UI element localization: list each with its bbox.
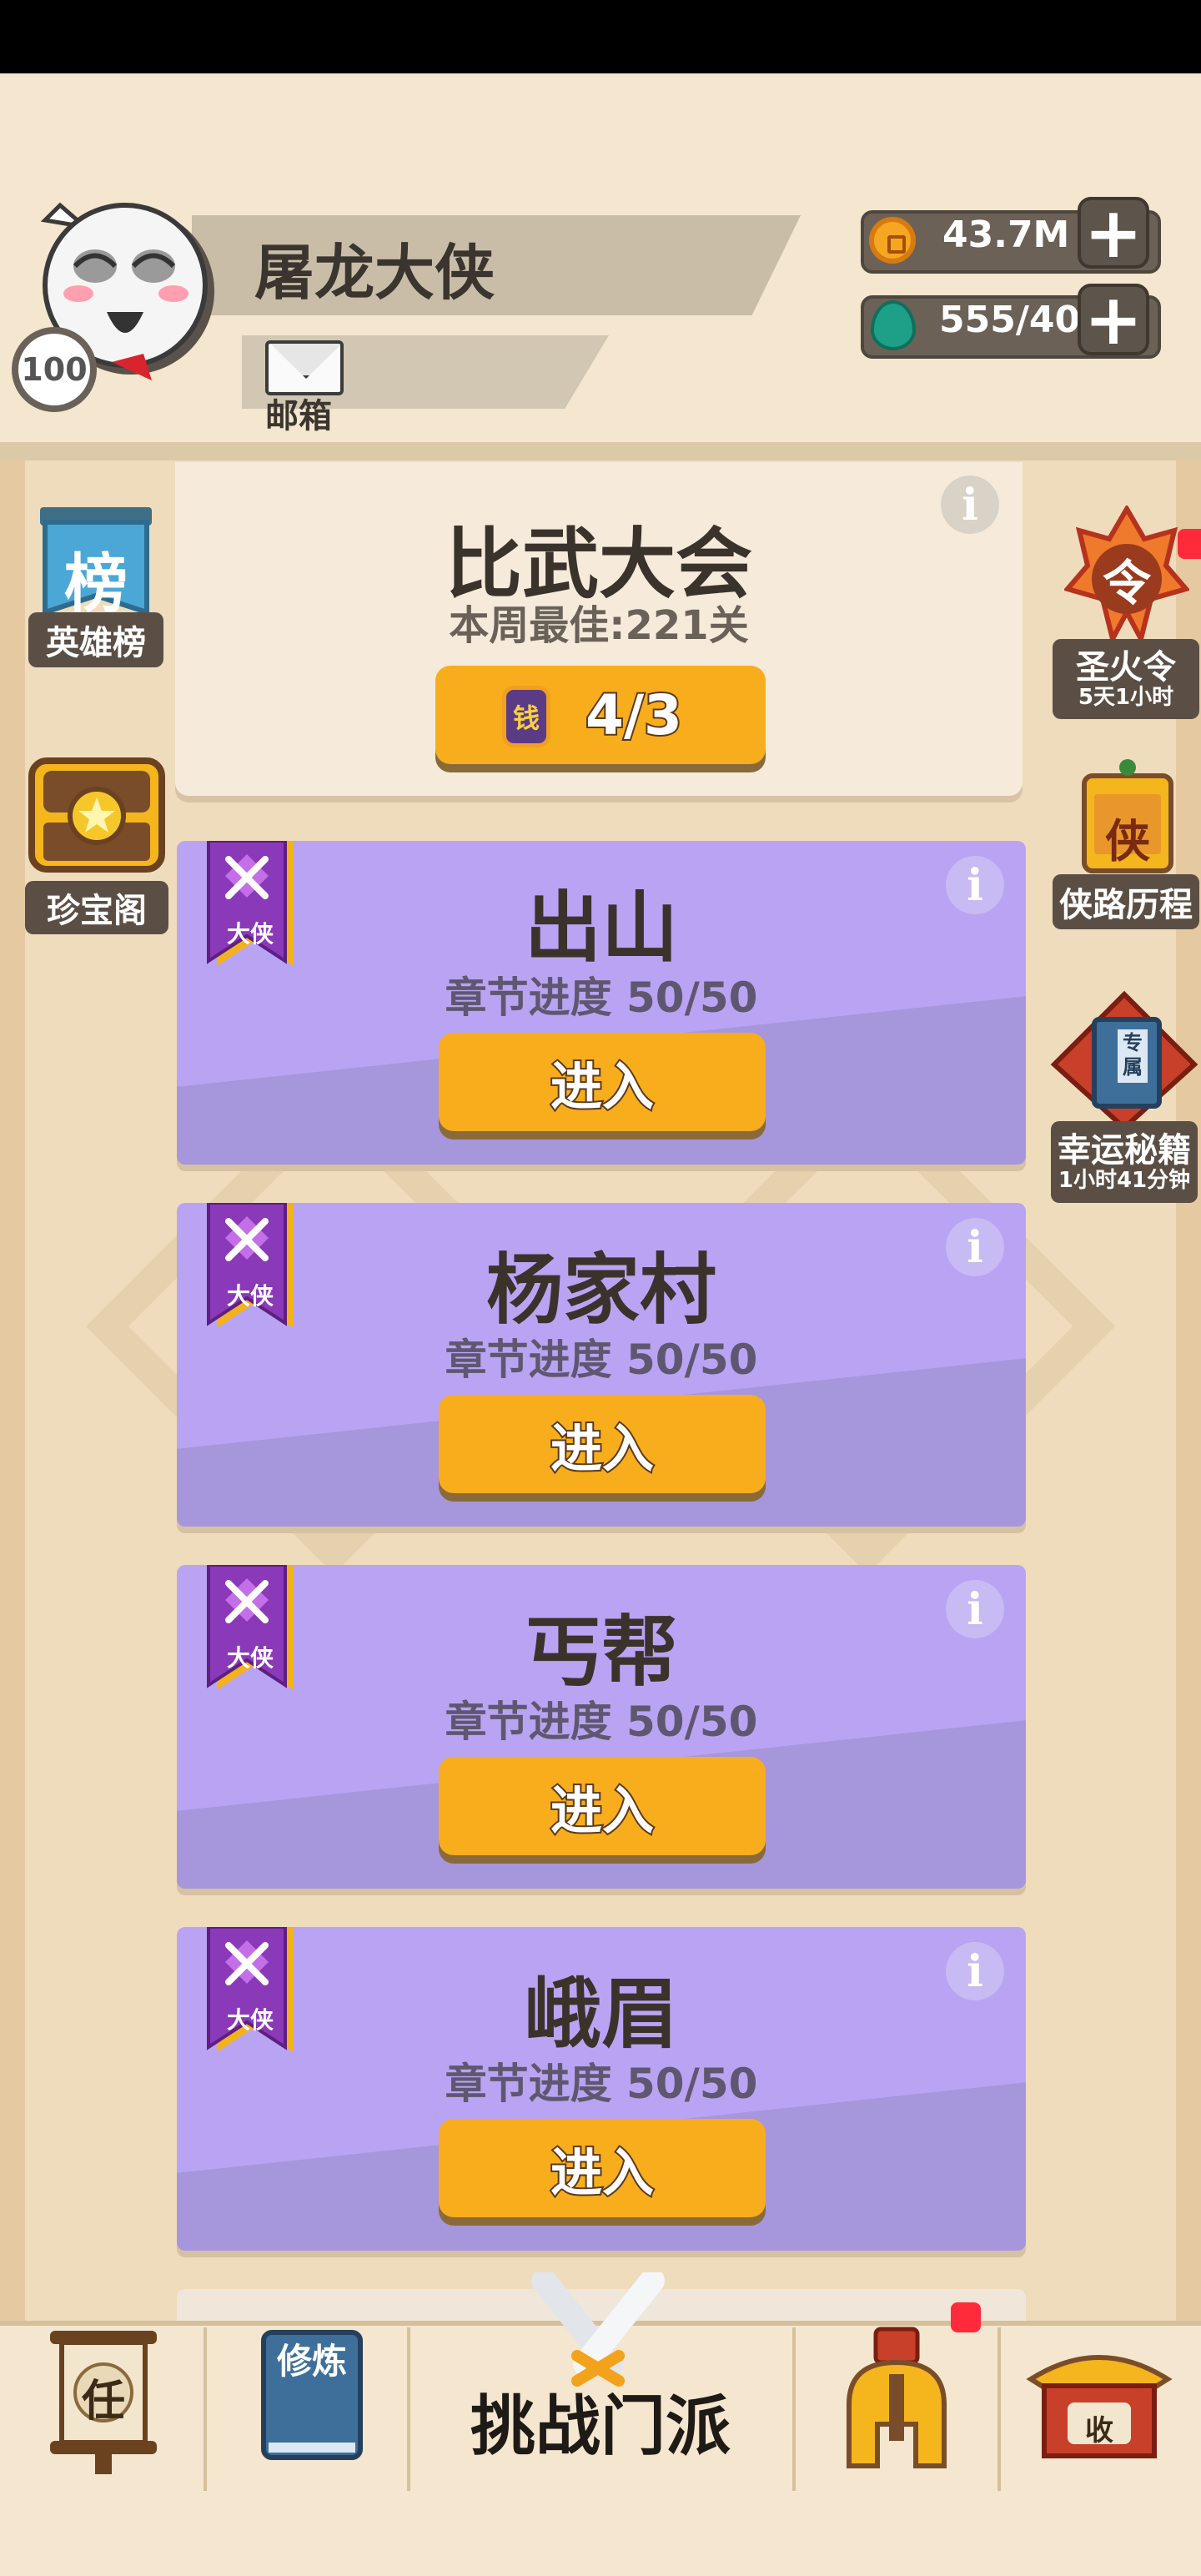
stage-progress: 章节进度 50/50 <box>445 974 758 1022</box>
lucky-manual-timer: 1小时41分钟 <box>1058 1167 1191 1193</box>
add-gems-button[interactable]: + <box>1078 284 1149 355</box>
player-name: 屠龙大侠 <box>254 238 495 308</box>
tournament-card: 比武大会 本周最佳:221关 i 钱 4/3 <box>175 462 1023 796</box>
stage-title: 出山 <box>524 883 678 973</box>
coupon-icon: 钱 <box>502 686 550 747</box>
treasure-pavilion-label: 珍宝阁 <box>25 881 168 934</box>
stage-progress: 章节进度 50/50 <box>445 2060 758 2108</box>
gem-amount: 555/40 <box>939 299 1081 341</box>
stage-progress: 章节进度 50/50 <box>445 1698 758 1746</box>
sacred-fire-label-box: 圣火令 5天1小时 <box>1053 639 1199 719</box>
hero-journey-label: 侠路历程 <box>1053 874 1199 929</box>
info-icon[interactable]: i <box>946 1942 1004 2000</box>
tournament-best: 本周最佳:221关 <box>449 602 749 649</box>
challenge-sect-label[interactable]: 挑战门派 <box>410 2374 791 2468</box>
stage-title: 丐帮 <box>524 1607 678 1697</box>
hero-ranking-button[interactable]: 榜 英雄榜 <box>28 504 163 671</box>
stage-card: 大侠 丐帮 章节进度 50/50 i 进入 <box>177 1565 1026 1889</box>
enter-stage-button[interactable]: 进入 <box>439 1757 766 1855</box>
sacred-fire-button[interactable]: 令 圣火令 5天1小时 <box>1053 506 1201 719</box>
status-bar <box>0 0 1201 73</box>
nav-divider <box>997 2327 1001 2491</box>
nav-training-button[interactable]: 修炼 <box>260 2329 364 2461</box>
nav-divider <box>792 2327 796 2491</box>
helmet-icon <box>847 2327 947 2468</box>
mail-label[interactable]: 邮箱 <box>265 389 332 437</box>
stage-card: 大侠 出山 章节进度 50/50 i 进入 <box>177 841 1026 1165</box>
ranking-icon-glyph: 榜 <box>64 546 128 621</box>
journey-book-glyph: 侠 <box>1105 815 1150 868</box>
scroll-glyph: 任 <box>81 2377 125 2427</box>
add-coins-button[interactable]: + <box>1078 197 1149 269</box>
enter-stage-button[interactable]: 进入 <box>439 1033 766 1131</box>
flame-token-glyph: 令 <box>1102 555 1151 611</box>
stage-progress: 章节进度 50/50 <box>445 1336 758 1384</box>
tournament-count: 4/3 <box>584 682 684 749</box>
hero-journey-button[interactable]: 侠 侠路历程 <box>1053 754 1199 929</box>
nav-equipment-button[interactable] <box>834 2324 959 2474</box>
lucky-manual-label: 幸运秘籍 <box>1058 1130 1191 1170</box>
nav-divider <box>204 2327 207 2491</box>
nav-tasks-button[interactable]: 任 <box>47 2324 160 2479</box>
lucky-manual-label-box: 幸运秘籍 1小时41分钟 <box>1051 1121 1198 1203</box>
manual-book-glyph: 专属 <box>1123 1031 1143 1079</box>
stage-card: 大侠 峨眉 章节进度 50/50 i 进入 <box>177 1927 1026 2251</box>
sacred-fire-label: 圣火令 <box>1076 647 1176 687</box>
coin-icon <box>869 217 916 264</box>
sacred-fire-timer: 5天1小时 <box>1078 684 1174 710</box>
info-icon[interactable]: i <box>946 1218 1004 1276</box>
hero-ranking-label: 英雄榜 <box>28 612 163 667</box>
nav-shop-button[interactable]: 收 <box>1026 2336 1173 2461</box>
shop-glyph: 收 <box>1085 2414 1113 2448</box>
stage-title: 杨家村 <box>485 1245 716 1335</box>
tournament-enter-button[interactable]: 钱 4/3 <box>435 666 766 764</box>
enter-stage-button[interactable]: 进入 <box>439 1395 766 1493</box>
mail-icon[interactable] <box>265 340 344 395</box>
notification-dot <box>1178 529 1201 559</box>
training-book-glyph: 修炼 <box>277 2341 348 2382</box>
lucky-manual-button[interactable]: 专属 幸运秘籍 1小时41分钟 <box>1049 989 1199 1203</box>
header-divider <box>0 442 1201 460</box>
stage-title: 峨眉 <box>524 1970 678 2059</box>
info-icon[interactable]: i <box>946 856 1004 914</box>
treasure-chest-icon <box>28 757 165 873</box>
stage-card: 大侠 杨家村 章节进度 50/50 i 进入 <box>177 1203 1026 1527</box>
coin-amount: 43.7M <box>942 214 1070 256</box>
level-badge: 100 <box>12 327 97 412</box>
treasure-pavilion-button[interactable]: 珍宝阁 <box>22 746 172 934</box>
info-icon[interactable]: i <box>941 475 999 534</box>
notification-dot <box>951 2302 981 2332</box>
enter-stage-button[interactable]: 进入 <box>439 2119 766 2217</box>
info-icon[interactable]: i <box>946 1580 1004 1638</box>
